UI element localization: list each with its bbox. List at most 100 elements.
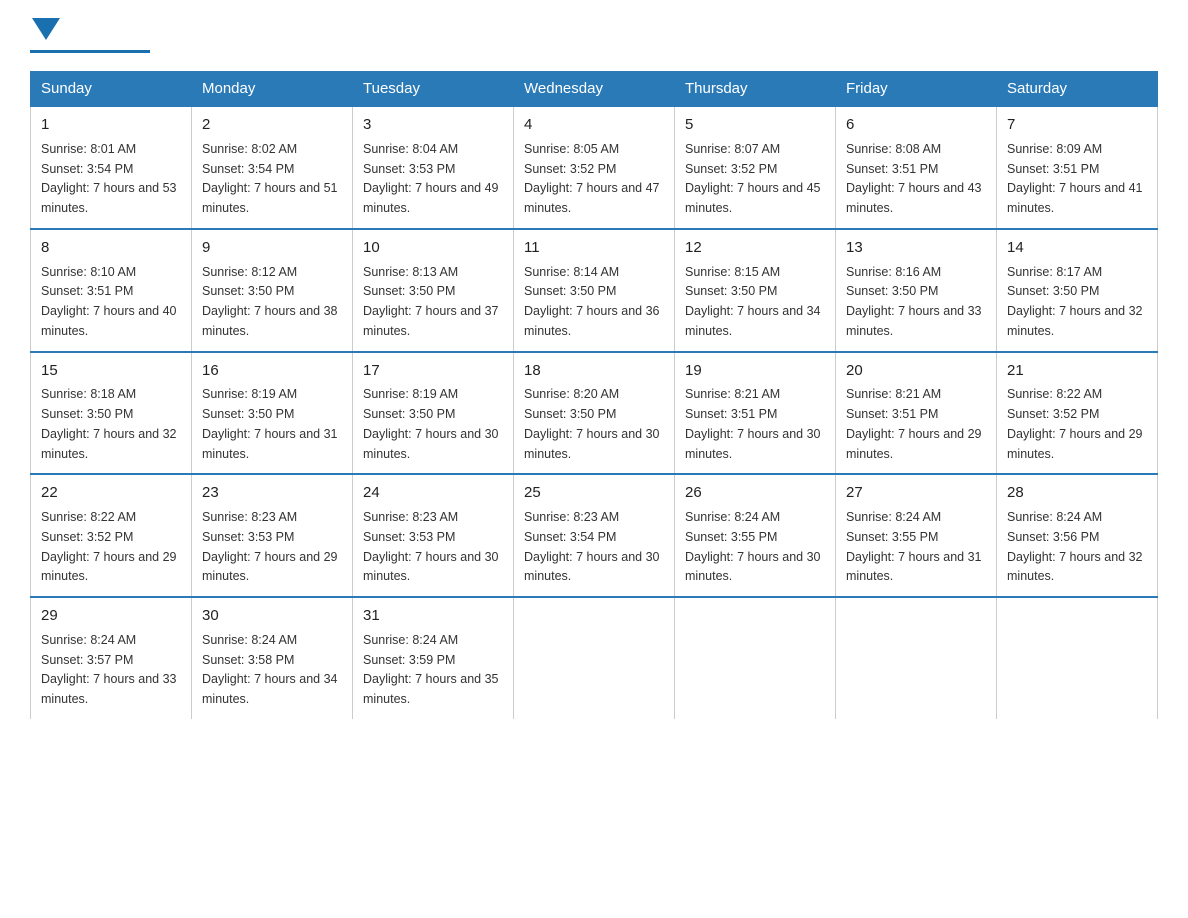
day-info: Sunrise: 8:19 AMSunset: 3:50 PMDaylight:… [202, 387, 338, 460]
calendar-cell: 15 Sunrise: 8:18 AMSunset: 3:50 PMDaylig… [31, 352, 192, 475]
day-number: 12 [685, 237, 825, 259]
col-header-monday: Monday [192, 72, 353, 107]
calendar-cell: 2 Sunrise: 8:02 AMSunset: 3:54 PMDayligh… [192, 106, 353, 229]
day-info: Sunrise: 8:09 AMSunset: 3:51 PMDaylight:… [1007, 142, 1143, 215]
day-info: Sunrise: 8:24 AMSunset: 3:55 PMDaylight:… [685, 510, 821, 583]
col-header-friday: Friday [836, 72, 997, 107]
day-number: 31 [363, 605, 503, 627]
day-info: Sunrise: 8:24 AMSunset: 3:56 PMDaylight:… [1007, 510, 1143, 583]
day-number: 1 [41, 114, 181, 136]
day-number: 6 [846, 114, 986, 136]
day-number: 30 [202, 605, 342, 627]
calendar-cell: 1 Sunrise: 8:01 AMSunset: 3:54 PMDayligh… [31, 106, 192, 229]
calendar-cell: 19 Sunrise: 8:21 AMSunset: 3:51 PMDaylig… [675, 352, 836, 475]
calendar-cell: 8 Sunrise: 8:10 AMSunset: 3:51 PMDayligh… [31, 229, 192, 352]
calendar-cell: 25 Sunrise: 8:23 AMSunset: 3:54 PMDaylig… [514, 474, 675, 597]
day-number: 20 [846, 360, 986, 382]
day-number: 9 [202, 237, 342, 259]
logo [30, 20, 150, 53]
day-info: Sunrise: 8:15 AMSunset: 3:50 PMDaylight:… [685, 265, 821, 338]
day-number: 2 [202, 114, 342, 136]
calendar-cell: 3 Sunrise: 8:04 AMSunset: 3:53 PMDayligh… [353, 106, 514, 229]
calendar-cell: 13 Sunrise: 8:16 AMSunset: 3:50 PMDaylig… [836, 229, 997, 352]
calendar-cell: 28 Sunrise: 8:24 AMSunset: 3:56 PMDaylig… [997, 474, 1158, 597]
calendar-cell: 21 Sunrise: 8:22 AMSunset: 3:52 PMDaylig… [997, 352, 1158, 475]
day-number: 29 [41, 605, 181, 627]
day-info: Sunrise: 8:24 AMSunset: 3:57 PMDaylight:… [41, 633, 177, 706]
calendar-cell: 24 Sunrise: 8:23 AMSunset: 3:53 PMDaylig… [353, 474, 514, 597]
calendar-cell: 4 Sunrise: 8:05 AMSunset: 3:52 PMDayligh… [514, 106, 675, 229]
col-header-sunday: Sunday [31, 72, 192, 107]
calendar-cell: 20 Sunrise: 8:21 AMSunset: 3:51 PMDaylig… [836, 352, 997, 475]
calendar-cell: 14 Sunrise: 8:17 AMSunset: 3:50 PMDaylig… [997, 229, 1158, 352]
day-info: Sunrise: 8:04 AMSunset: 3:53 PMDaylight:… [363, 142, 499, 215]
calendar-cell: 7 Sunrise: 8:09 AMSunset: 3:51 PMDayligh… [997, 106, 1158, 229]
day-info: Sunrise: 8:14 AMSunset: 3:50 PMDaylight:… [524, 265, 660, 338]
day-info: Sunrise: 8:21 AMSunset: 3:51 PMDaylight:… [846, 387, 982, 460]
day-info: Sunrise: 8:01 AMSunset: 3:54 PMDaylight:… [41, 142, 177, 215]
day-info: Sunrise: 8:22 AMSunset: 3:52 PMDaylight:… [41, 510, 177, 583]
day-info: Sunrise: 8:24 AMSunset: 3:55 PMDaylight:… [846, 510, 982, 583]
calendar-cell: 11 Sunrise: 8:14 AMSunset: 3:50 PMDaylig… [514, 229, 675, 352]
day-info: Sunrise: 8:23 AMSunset: 3:53 PMDaylight:… [202, 510, 338, 583]
day-number: 7 [1007, 114, 1147, 136]
calendar-table: SundayMondayTuesdayWednesdayThursdayFrid… [30, 71, 1158, 719]
calendar-cell: 31 Sunrise: 8:24 AMSunset: 3:59 PMDaylig… [353, 597, 514, 719]
calendar-cell [514, 597, 675, 719]
day-number: 27 [846, 482, 986, 504]
calendar-cell [836, 597, 997, 719]
calendar-cell: 10 Sunrise: 8:13 AMSunset: 3:50 PMDaylig… [353, 229, 514, 352]
day-number: 4 [524, 114, 664, 136]
logo-underline [30, 50, 150, 53]
calendar-week-row: 22 Sunrise: 8:22 AMSunset: 3:52 PMDaylig… [31, 474, 1158, 597]
day-number: 11 [524, 237, 664, 259]
day-number: 23 [202, 482, 342, 504]
calendar-week-row: 8 Sunrise: 8:10 AMSunset: 3:51 PMDayligh… [31, 229, 1158, 352]
calendar-cell: 6 Sunrise: 8:08 AMSunset: 3:51 PMDayligh… [836, 106, 997, 229]
calendar-week-row: 15 Sunrise: 8:18 AMSunset: 3:50 PMDaylig… [31, 352, 1158, 475]
calendar-cell: 30 Sunrise: 8:24 AMSunset: 3:58 PMDaylig… [192, 597, 353, 719]
calendar-week-row: 1 Sunrise: 8:01 AMSunset: 3:54 PMDayligh… [31, 106, 1158, 229]
day-info: Sunrise: 8:19 AMSunset: 3:50 PMDaylight:… [363, 387, 499, 460]
day-number: 16 [202, 360, 342, 382]
day-info: Sunrise: 8:24 AMSunset: 3:58 PMDaylight:… [202, 633, 338, 706]
day-number: 17 [363, 360, 503, 382]
day-info: Sunrise: 8:18 AMSunset: 3:50 PMDaylight:… [41, 387, 177, 460]
day-number: 5 [685, 114, 825, 136]
day-number: 18 [524, 360, 664, 382]
col-header-saturday: Saturday [997, 72, 1158, 107]
calendar-cell: 16 Sunrise: 8:19 AMSunset: 3:50 PMDaylig… [192, 352, 353, 475]
day-info: Sunrise: 8:23 AMSunset: 3:54 PMDaylight:… [524, 510, 660, 583]
calendar-cell: 27 Sunrise: 8:24 AMSunset: 3:55 PMDaylig… [836, 474, 997, 597]
day-number: 10 [363, 237, 503, 259]
day-number: 8 [41, 237, 181, 259]
day-info: Sunrise: 8:08 AMSunset: 3:51 PMDaylight:… [846, 142, 982, 215]
calendar-header-row: SundayMondayTuesdayWednesdayThursdayFrid… [31, 72, 1158, 107]
calendar-cell: 29 Sunrise: 8:24 AMSunset: 3:57 PMDaylig… [31, 597, 192, 719]
day-number: 13 [846, 237, 986, 259]
day-number: 21 [1007, 360, 1147, 382]
logo-triangle-icon [32, 18, 60, 40]
calendar-cell: 17 Sunrise: 8:19 AMSunset: 3:50 PMDaylig… [353, 352, 514, 475]
col-header-wednesday: Wednesday [514, 72, 675, 107]
col-header-tuesday: Tuesday [353, 72, 514, 107]
day-info: Sunrise: 8:16 AMSunset: 3:50 PMDaylight:… [846, 265, 982, 338]
calendar-cell: 12 Sunrise: 8:15 AMSunset: 3:50 PMDaylig… [675, 229, 836, 352]
calendar-week-row: 29 Sunrise: 8:24 AMSunset: 3:57 PMDaylig… [31, 597, 1158, 719]
col-header-thursday: Thursday [675, 72, 836, 107]
day-number: 14 [1007, 237, 1147, 259]
calendar-cell: 23 Sunrise: 8:23 AMSunset: 3:53 PMDaylig… [192, 474, 353, 597]
day-number: 26 [685, 482, 825, 504]
calendar-cell: 18 Sunrise: 8:20 AMSunset: 3:50 PMDaylig… [514, 352, 675, 475]
calendar-cell: 22 Sunrise: 8:22 AMSunset: 3:52 PMDaylig… [31, 474, 192, 597]
day-info: Sunrise: 8:07 AMSunset: 3:52 PMDaylight:… [685, 142, 821, 215]
day-info: Sunrise: 8:12 AMSunset: 3:50 PMDaylight:… [202, 265, 338, 338]
day-number: 25 [524, 482, 664, 504]
day-info: Sunrise: 8:24 AMSunset: 3:59 PMDaylight:… [363, 633, 499, 706]
day-number: 28 [1007, 482, 1147, 504]
day-info: Sunrise: 8:21 AMSunset: 3:51 PMDaylight:… [685, 387, 821, 460]
calendar-cell: 9 Sunrise: 8:12 AMSunset: 3:50 PMDayligh… [192, 229, 353, 352]
day-number: 22 [41, 482, 181, 504]
calendar-cell: 5 Sunrise: 8:07 AMSunset: 3:52 PMDayligh… [675, 106, 836, 229]
day-number: 19 [685, 360, 825, 382]
